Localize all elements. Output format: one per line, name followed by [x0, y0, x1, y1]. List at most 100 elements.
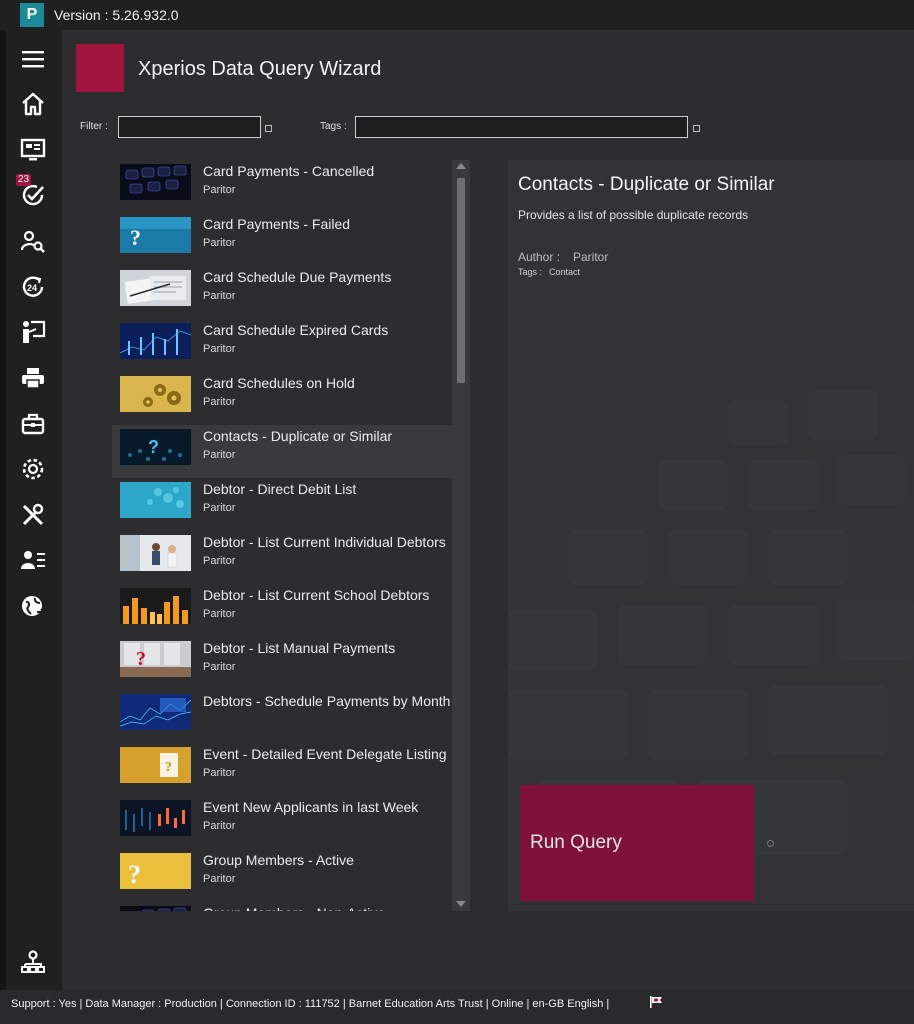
query-list-item[interactable]: ? Event - Detailed Event Delegate Listing… — [112, 743, 452, 796]
query-author: Paritor — [203, 502, 236, 514]
query-title: Card Schedules on Hold — [203, 375, 355, 391]
briefcase-icon[interactable] — [18, 409, 48, 439]
user-list-icon[interactable] — [18, 545, 48, 575]
query-title: Card Schedule Expired Cards — [203, 322, 389, 338]
detail-description: Provides a list of possible duplicate re… — [518, 208, 749, 222]
query-list-item[interactable]: Card Schedule Due Payments Paritor — [112, 266, 452, 319]
svg-text:?: ? — [128, 860, 141, 889]
status-text: Support : Yes | Data Manager : Productio… — [11, 998, 610, 1010]
detail-tags-value: Contact — [549, 267, 581, 277]
monitor-icon[interactable] — [18, 135, 48, 165]
detail-title: Contacts - Duplicate or Similar — [518, 174, 775, 195]
author-value: Paritor — [573, 250, 609, 264]
globe-icon[interactable] — [18, 591, 48, 621]
task-check-icon[interactable]: 23 — [16, 174, 48, 210]
task-count-badge: 23 — [16, 174, 32, 186]
query-author: Paritor — [203, 396, 236, 408]
query-thumbnail — [120, 800, 191, 836]
list-scrollbar[interactable] — [452, 160, 470, 911]
wizard-logo — [76, 44, 124, 92]
query-list-item[interactable]: Card Schedules on Hold Paritor — [112, 372, 452, 425]
query-list-item[interactable]: Group Members - Non-Active — [112, 902, 452, 911]
query-author: Paritor — [203, 290, 236, 302]
query-title: Group Members - Active — [203, 852, 354, 868]
query-thumbnail — [120, 164, 191, 200]
flag-icon[interactable] — [649, 996, 663, 1008]
scroll-down-icon[interactable] — [456, 901, 466, 907]
svg-text:?: ? — [136, 648, 146, 670]
search-person-icon[interactable] — [18, 226, 48, 256]
query-list-item[interactable]: ? Card Payments - Failed Paritor — [112, 213, 452, 266]
query-title: Card Payments - Cancelled — [203, 163, 375, 179]
query-list-item[interactable]: ? Contacts - Duplicate or Similar Paritor — [112, 425, 452, 478]
query-author: Paritor — [203, 608, 236, 620]
query-title: Card Schedule Due Payments — [203, 269, 392, 285]
query-title: Event New Applicants in last Week — [203, 799, 419, 815]
settings-icon[interactable] — [18, 454, 48, 484]
title-bar: P Version : 5.26.932.0 — [0, 0, 914, 30]
query-list-item[interactable]: Event New Applicants in last Week Paritor — [112, 796, 452, 849]
scroll-up-icon[interactable] — [456, 163, 466, 169]
24h-icon[interactable]: 24 — [18, 272, 48, 302]
tools-icon[interactable] — [18, 500, 48, 530]
query-title: Debtor - List Current Individual Debtors — [203, 534, 446, 550]
query-thumbnail: ? — [120, 853, 191, 889]
query-title: Debtor - List Current School Debtors — [203, 587, 430, 603]
query-list-item[interactable]: Debtors - Schedule Payments by Month — [112, 690, 452, 743]
query-list-item[interactable]: Card Schedule Expired Cards Paritor — [112, 319, 452, 372]
tags-input[interactable] — [355, 116, 688, 138]
query-author: Paritor — [203, 237, 236, 249]
run-query-button[interactable]: Run Query — [520, 785, 754, 901]
query-title: Card Payments - Failed — [203, 216, 351, 232]
query-list-item[interactable]: Card Payments - Cancelled Paritor — [112, 160, 452, 213]
author-label: Author : — [518, 250, 561, 264]
scroll-thumb[interactable] — [457, 178, 465, 383]
status-bar: Support : Yes | Data Manager : Productio… — [0, 990, 914, 1024]
query-list-item[interactable]: ? Group Members - Active Paritor — [112, 849, 452, 902]
query-title: Group Members - Non-Active — [203, 905, 385, 911]
query-author: Paritor — [203, 767, 236, 779]
version-label: Version : 5.26.932.0 — [54, 7, 179, 23]
query-title: Contacts - Duplicate or Similar — [203, 428, 393, 444]
filter-clear-icon[interactable] — [265, 125, 272, 132]
query-author: Paritor — [203, 555, 236, 567]
query-list-item[interactable]: Debtor - Direct Debit List Paritor — [112, 478, 452, 531]
filter-label: Filter : — [80, 121, 108, 132]
query-author: Paritor — [203, 873, 236, 885]
presenter-icon[interactable] — [18, 317, 48, 347]
org-chart-icon[interactable] — [18, 947, 48, 977]
query-thumbnail — [120, 588, 191, 624]
svg-text:24: 24 — [27, 283, 37, 293]
query-thumbnail: ? — [120, 217, 191, 253]
svg-text:?: ? — [148, 437, 159, 457]
query-title: Debtor - List Manual Payments — [203, 640, 396, 656]
tags-label: Tags : — [320, 121, 347, 132]
query-detail-panel: Contacts - Duplicate or Similar Provides… — [508, 160, 914, 911]
page-title: Xperios Data Query Wizard — [138, 58, 382, 80]
query-list-item[interactable]: Debtor - List Current Individual Debtors… — [112, 531, 452, 584]
tags-clear-icon[interactable] — [693, 125, 700, 132]
query-thumbnail — [120, 270, 191, 306]
query-thumbnail — [120, 906, 191, 911]
query-author: Paritor — [203, 820, 236, 832]
query-title: Debtors - Schedule Payments by Month — [203, 693, 451, 709]
svg-text:?: ? — [130, 225, 141, 250]
print-icon[interactable] — [18, 363, 48, 393]
query-author: Paritor — [203, 184, 236, 196]
query-thumbnail — [120, 535, 191, 571]
query-list-item[interactable]: ? Debtor - List Manual Payments Paritor — [112, 637, 452, 690]
query-thumbnail: ? — [120, 747, 191, 783]
info-icon[interactable] — [767, 840, 774, 847]
detail-tags-label: Tags : — [518, 267, 543, 277]
query-thumbnail — [120, 323, 191, 359]
menu-icon[interactable] — [18, 44, 48, 74]
query-thumbnail: ? — [120, 429, 191, 465]
filter-input[interactable] — [118, 116, 261, 138]
query-list: Card Payments - Cancelled Paritor? Card Pa… — [112, 160, 452, 911]
query-thumbnail — [120, 482, 191, 518]
home-icon[interactable] — [18, 89, 48, 119]
query-thumbnail: ? — [120, 641, 191, 677]
query-author: Paritor — [203, 343, 236, 355]
query-list-item[interactable]: Debtor - List Current School Debtors Pari… — [112, 584, 452, 637]
query-author: Paritor — [203, 661, 236, 673]
